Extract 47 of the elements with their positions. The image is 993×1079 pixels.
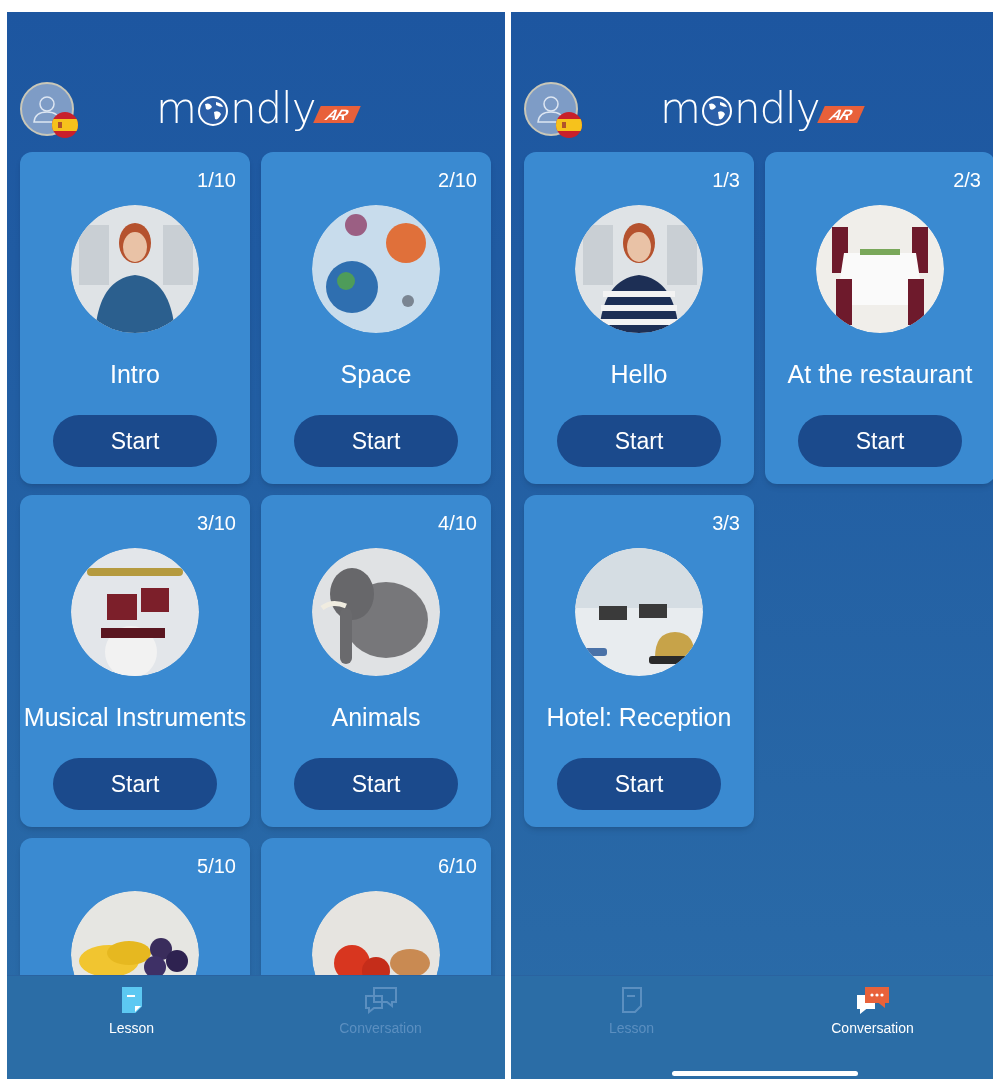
start-button[interactable]: Start — [53, 758, 217, 810]
chat-bubbles-icon — [855, 986, 890, 1014]
lesson-title: Musical Instruments — [23, 702, 247, 732]
logo-text: m — [660, 88, 700, 130]
lesson-card[interactable]: 3/10 Musical Instruments Start — [20, 495, 250, 827]
logo-text: ndly — [229, 88, 316, 130]
globe-icon — [700, 95, 733, 127]
lesson-title: Hotel: Reception — [546, 702, 732, 732]
lesson-counter: 3/10 — [197, 511, 237, 535]
document-icon — [120, 986, 143, 1014]
document-icon — [620, 986, 643, 1014]
start-button[interactable]: Start — [798, 415, 962, 467]
ar-badge: AR — [313, 105, 361, 123]
start-button[interactable]: Start — [557, 758, 721, 810]
lesson-counter: 6/10 — [438, 854, 478, 878]
lesson-card[interactable]: 2/10 Space Start — [261, 152, 491, 484]
lesson-counter: 2/3 — [953, 168, 982, 192]
start-button[interactable]: Start — [557, 415, 721, 467]
logo-text: m — [156, 88, 196, 130]
nav-tab[interactable]: Lesson — [7, 976, 256, 1079]
lesson-title: At the restaurant — [787, 359, 973, 389]
lesson-card[interactable]: 5/10 — [20, 838, 250, 975]
logo-text: ndly — [733, 88, 820, 130]
lesson-counter: 1/3 — [712, 168, 741, 192]
flag-icon — [52, 112, 78, 138]
chat-bubbles-icon — [363, 986, 398, 1014]
globe-icon — [196, 95, 229, 127]
lesson-counter: 4/10 — [438, 511, 478, 535]
lesson-card[interactable]: 6/10 — [261, 838, 491, 975]
lesson-card[interactable]: 1/10 Intro Start — [20, 152, 250, 484]
lesson-title: Hello — [610, 359, 668, 389]
lesson-counter: 3/3 — [712, 511, 741, 535]
start-button[interactable]: Start — [294, 415, 458, 467]
lesson-title: Space — [340, 359, 412, 389]
lesson-card[interactable]: 3/3 Hotel: Reception Start — [524, 495, 754, 827]
flag-icon — [556, 112, 582, 138]
lesson-card[interactable]: 2/3 At the restaurant Start — [765, 152, 993, 484]
start-button[interactable]: Start — [294, 758, 458, 810]
lesson-counter: 5/10 — [197, 854, 237, 878]
lesson-title: Animals — [331, 702, 421, 732]
lesson-counter: 1/10 — [197, 168, 237, 192]
lesson-card[interactable]: 1/3 Hello Start — [524, 152, 754, 484]
ar-badge: AR — [817, 105, 865, 123]
lesson-counter: 2/10 — [438, 168, 478, 192]
start-button[interactable]: Start — [53, 415, 217, 467]
lesson-title: Intro — [110, 359, 160, 389]
lesson-card[interactable]: 4/10 Animals Start — [261, 495, 491, 827]
